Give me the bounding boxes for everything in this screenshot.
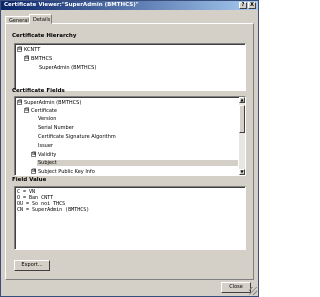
expand-icon[interactable]: ⊞	[31, 169, 36, 174]
collapse-icon[interactable]: ⊟	[24, 108, 29, 113]
tree-node-label: KCNTT	[24, 47, 41, 53]
tree-node-label: BMTHCS	[31, 56, 53, 62]
field-node-label: Version	[38, 116, 57, 122]
export-button[interactable]: Export...	[14, 260, 50, 271]
expand-icon[interactable]: ⊞	[31, 152, 36, 157]
field-node-selected[interactable]: Subject	[37, 160, 238, 166]
field-node-label: Serial Number	[38, 125, 74, 131]
field-node[interactable]: Serial Number	[38, 125, 74, 131]
field-value-line: CN = SuperAdmin (BMTHCS)	[17, 207, 90, 213]
title-bar[interactable]: Certificate Viewer:"SuperAdmin (BMTHCS)"…	[1, 1, 258, 10]
certificate-viewer-window: Certificate Viewer:"SuperAdmin (BMTHCS)"…	[0, 0, 259, 297]
field-node-label: Subject Public Key Info	[38, 169, 95, 175]
field-value-label: Field Value	[12, 177, 47, 183]
details-panel: Certificate Hierarchy ⊟ KCNTT ⊟ BMTHCS S…	[5, 23, 254, 280]
field-node[interactable]: Certificate Signature Algorithm	[38, 134, 116, 140]
fields-scrollbar[interactable]: ▲ ▼	[239, 97, 245, 175]
close-window-button[interactable]: X	[248, 2, 256, 9]
collapse-icon[interactable]: ⊟	[17, 100, 22, 105]
tree-node-superadmin[interactable]: SuperAdmin (BMTHCS)	[39, 65, 96, 71]
collapse-icon[interactable]: ⊟	[17, 47, 22, 52]
collapse-icon[interactable]: ⊟	[24, 56, 29, 61]
help-button[interactable]: ?	[239, 2, 247, 9]
field-node-label: Validity	[38, 152, 57, 158]
field-node-label: Certificate Signature Algorithm	[38, 134, 116, 140]
field-node-label: Issuer	[38, 143, 53, 149]
window-title: Certificate Viewer:"SuperAdmin (BMTHCS)"	[4, 2, 139, 8]
scroll-down-arrow-icon[interactable]: ▼	[239, 169, 245, 175]
scroll-thumb[interactable]	[239, 105, 245, 133]
hierarchy-tree[interactable]: ⊟ KCNTT ⊟ BMTHCS SuperAdmin (BMTHCS)	[14, 43, 246, 91]
field-value-box[interactable]: C = VN O = Ban CNTT OU = So noi THCS CN …	[14, 186, 246, 250]
resize-grip-icon[interactable]	[249, 287, 257, 295]
tree-node-label: SuperAdmin (BMTHCS)	[39, 65, 97, 71]
field-node-label: Subject	[38, 160, 57, 166]
field-node-label: Certificate	[31, 108, 57, 114]
scroll-up-arrow-icon[interactable]: ▲	[239, 97, 245, 103]
field-node-label: SuperAdmin (BMTHCS)	[24, 100, 82, 106]
field-node[interactable]: Version	[38, 116, 56, 122]
hierarchy-label: Certificate Hierarchy	[12, 33, 77, 39]
close-button[interactable]: Close	[221, 282, 251, 293]
tab-details[interactable]: Details	[29, 14, 52, 24]
fields-label: Certificate Fields	[12, 88, 65, 94]
fields-tree[interactable]: ⊟ SuperAdmin (BMTHCS) ⊟ Certificate Vers…	[14, 96, 246, 176]
field-node[interactable]: Issuer	[38, 143, 53, 149]
